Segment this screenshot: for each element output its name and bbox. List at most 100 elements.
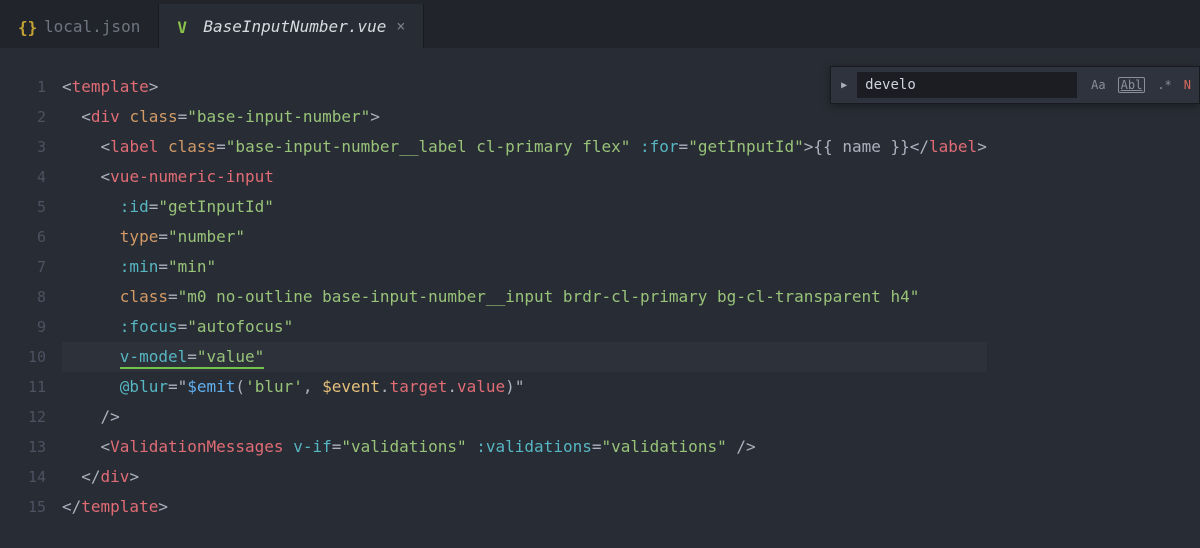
find-status-indicator: N xyxy=(1184,78,1191,92)
line-number: 4 xyxy=(0,162,46,192)
line-number: 11 xyxy=(0,372,46,402)
code-token: " xyxy=(178,377,188,396)
match-case-toggle[interactable]: Aa xyxy=(1091,78,1105,92)
code-token: > xyxy=(370,107,380,126)
code-line[interactable]: type="number" xyxy=(62,222,987,252)
code-line[interactable]: <div class="base-input-number"> xyxy=(62,102,987,132)
code-token: vue-numeric-input xyxy=(110,167,274,186)
line-number: 5 xyxy=(0,192,46,222)
code-line[interactable]: /> xyxy=(62,402,987,432)
code-token: /> xyxy=(727,437,756,456)
code-token: "validations" xyxy=(341,437,466,456)
code-token: </ xyxy=(910,137,929,156)
code-token: = xyxy=(216,137,226,156)
tab-bar: {} local.json VBaseInputNumber.vue× xyxy=(0,4,1200,48)
code-token xyxy=(62,377,120,396)
tab-label: local.json xyxy=(44,17,140,36)
code-line[interactable]: </div> xyxy=(62,462,987,492)
line-number: 6 xyxy=(0,222,46,252)
code-token: /> xyxy=(62,407,120,426)
code-token: "min" xyxy=(168,257,216,276)
line-number: 1 xyxy=(0,72,46,102)
code-token xyxy=(62,317,120,336)
line-number: 13 xyxy=(0,432,46,462)
code-token: = xyxy=(178,107,188,126)
code-area[interactable]: <template> <div class="base-input-number… xyxy=(62,48,987,548)
code-token: "base-input-number__label cl-primary fle… xyxy=(226,137,631,156)
code-token: > xyxy=(804,137,814,156)
code-line[interactable]: :focus="autofocus" xyxy=(62,312,987,342)
code-token: :for xyxy=(640,137,679,156)
vue-file-icon: V xyxy=(177,18,193,34)
code-token: div xyxy=(101,467,130,486)
code-token: target xyxy=(390,377,448,396)
tab-inactive[interactable]: {} local.json xyxy=(0,4,159,48)
code-token: ValidationMessages xyxy=(110,437,283,456)
code-token xyxy=(62,197,120,216)
find-input[interactable] xyxy=(857,72,1077,98)
regex-toggle[interactable]: .* xyxy=(1157,78,1171,92)
code-line[interactable]: <label class="base-input-number__label c… xyxy=(62,132,987,162)
line-number: 9 xyxy=(0,312,46,342)
code-token xyxy=(62,347,120,366)
code-token xyxy=(467,437,477,456)
code-token: "getInputId" xyxy=(688,137,804,156)
line-number: 15 xyxy=(0,492,46,522)
code-token: = xyxy=(158,227,168,246)
code-token: < xyxy=(62,167,110,186)
code-token: 'blur' xyxy=(245,377,303,396)
code-line[interactable]: </template> xyxy=(62,492,987,522)
code-token: ) xyxy=(505,377,515,396)
code-token xyxy=(62,257,120,276)
code-token: v-if xyxy=(293,437,332,456)
line-number: 10 xyxy=(0,342,46,372)
code-token: class xyxy=(120,287,168,306)
code-token: = xyxy=(178,317,188,336)
code-token: > xyxy=(129,467,139,486)
code-line[interactable]: <vue-numeric-input xyxy=(62,162,987,192)
code-line[interactable]: <ValidationMessages v-if="validations" :… xyxy=(62,432,987,462)
code-token: . xyxy=(380,377,390,396)
close-tab-icon[interactable]: × xyxy=(396,17,405,35)
code-line[interactable]: :id="getInputId" xyxy=(62,192,987,222)
code-token: = xyxy=(187,347,197,369)
line-number: 2 xyxy=(0,102,46,132)
code-token: = xyxy=(149,197,159,216)
line-number-gutter: 123456789101112131415 xyxy=(0,48,62,548)
code-token: </ xyxy=(62,467,101,486)
expand-find-icon[interactable]: ▶ xyxy=(841,80,847,91)
code-token: :focus xyxy=(120,317,178,336)
code-token xyxy=(62,287,120,306)
code-token: > xyxy=(149,77,159,96)
code-token: "autofocus" xyxy=(187,317,293,336)
json-file-icon: {} xyxy=(18,18,34,34)
code-line[interactable]: v-model="value" xyxy=(62,342,987,372)
code-token: template xyxy=(81,497,158,516)
code-token: " xyxy=(515,377,525,396)
code-token: template xyxy=(72,77,149,96)
code-token: < xyxy=(62,437,110,456)
code-token: = xyxy=(679,137,689,156)
code-token: value xyxy=(457,377,505,396)
code-token: = xyxy=(332,437,342,456)
code-token xyxy=(62,227,120,246)
find-widget[interactable]: ▶ Aa Abl .* N xyxy=(830,66,1200,104)
line-number: 12 xyxy=(0,402,46,432)
code-token: class xyxy=(129,107,177,126)
code-token: :min xyxy=(120,257,159,276)
line-number: 8 xyxy=(0,282,46,312)
code-token: , xyxy=(303,377,322,396)
code-editor[interactable]: 123456789101112131415 <template> <div cl… xyxy=(0,48,1200,548)
code-line[interactable]: class="m0 no-outline base-input-number__… xyxy=(62,282,987,312)
code-token: < xyxy=(62,107,91,126)
tab-active[interactable]: VBaseInputNumber.vue× xyxy=(159,4,424,48)
code-token xyxy=(158,137,168,156)
code-token: . xyxy=(447,377,457,396)
code-token: :validations xyxy=(476,437,592,456)
whole-word-toggle[interactable]: Abl xyxy=(1118,77,1146,93)
code-line[interactable]: @blur="$emit('blur', $event.target.value… xyxy=(62,372,987,402)
code-token: ( xyxy=(235,377,245,396)
code-token: = xyxy=(168,377,178,396)
code-line[interactable]: :min="min" xyxy=(62,252,987,282)
code-token: {{ name }} xyxy=(813,137,909,156)
